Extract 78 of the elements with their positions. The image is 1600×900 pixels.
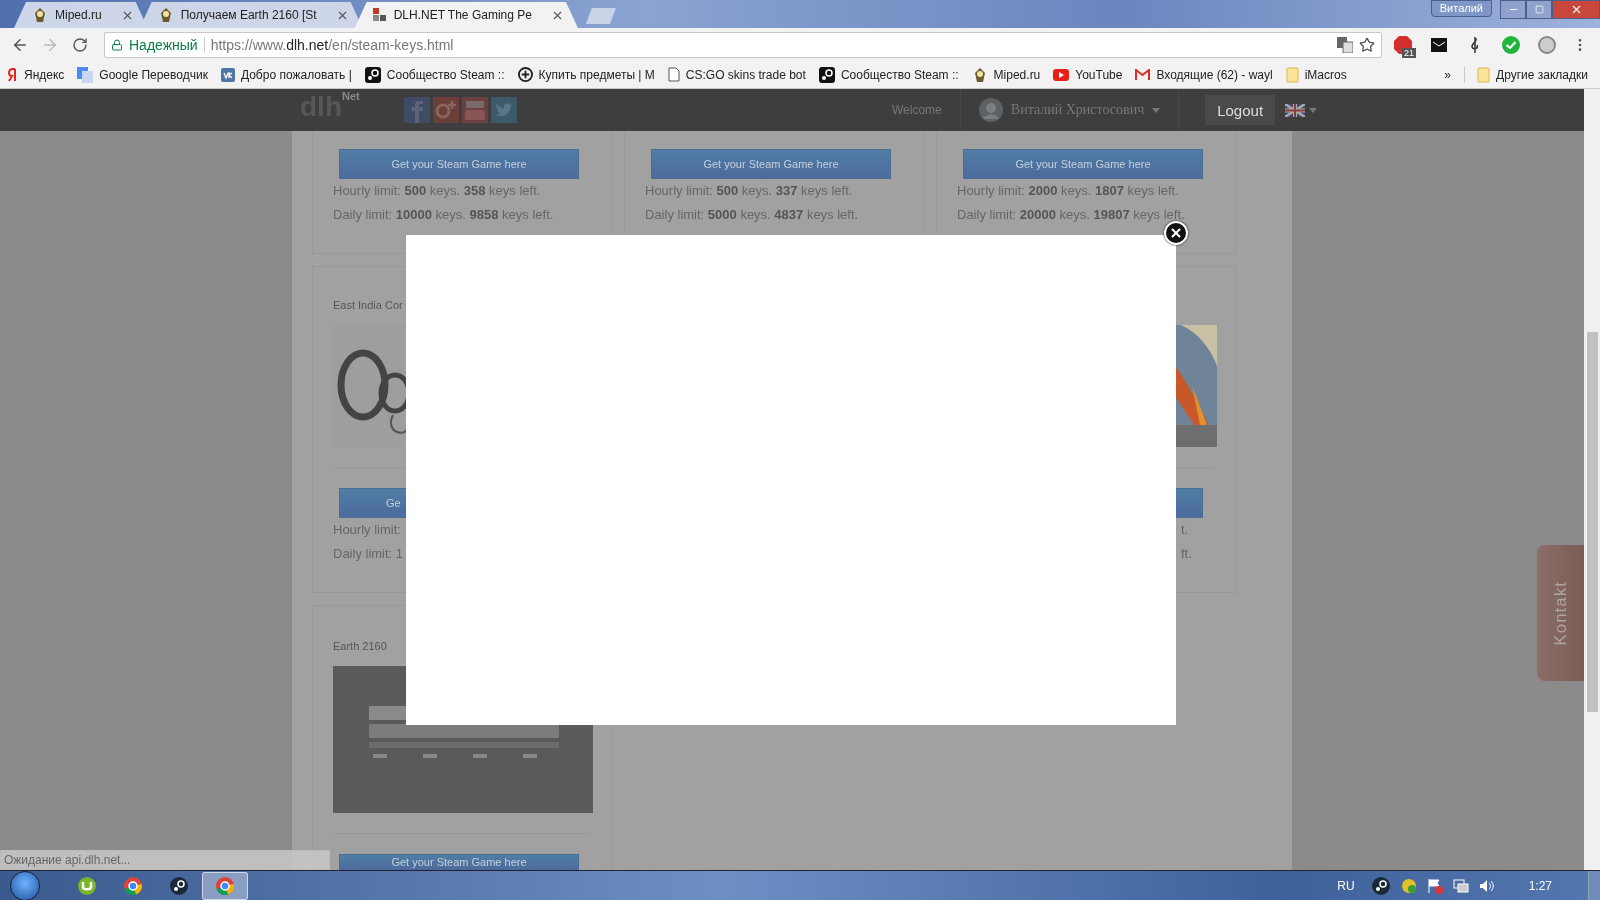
tab-title: Получаем Earth 2160 [St [180, 8, 317, 22]
hourly-limit: Hourly limit: 500 keys. 337 keys left. [645, 182, 854, 200]
hourly-limit: Hourly limit: [333, 521, 402, 539]
scrollbar[interactable] [1584, 89, 1600, 870]
bookmark[interactable]: Яндекс [8, 67, 65, 82]
steam-icon [818, 66, 835, 83]
steam-icon [169, 875, 189, 896]
flag-icon [1285, 103, 1306, 117]
translate-icon[interactable] [1337, 36, 1353, 53]
check-icon[interactable] [1502, 35, 1520, 54]
clef-icon[interactable] [1470, 35, 1480, 54]
status-bubble: Ожидание api.dlh.net... [0, 850, 330, 870]
avatar-icon [978, 98, 1003, 122]
bookmark[interactable]: Добро пожаловать | [220, 67, 352, 82]
squares-icon [372, 8, 387, 22]
language-indicator[interactable]: RU [1337, 878, 1355, 893]
badge-count: 21 [1402, 47, 1416, 58]
show-desktop-button[interactable] [1588, 870, 1600, 900]
bookmark[interactable]: Miped.ru [971, 66, 1041, 83]
translate-icon [77, 66, 94, 83]
tray-icon[interactable] [1400, 877, 1417, 894]
steam-icon [364, 66, 381, 83]
figure-icon [32, 7, 48, 23]
url-text: https://www.dlh.net/en/steam-keys.html [210, 36, 455, 53]
mail-extension-icon[interactable] [1431, 37, 1447, 52]
browser-tab[interactable]: DLH.NET The Gaming Pe [354, 2, 578, 28]
network-icon[interactable] [1452, 877, 1469, 894]
daily-limit: Daily limit: 1 [333, 545, 405, 563]
steam-icon [1370, 875, 1391, 896]
maximize-button[interactable] [1526, 0, 1552, 19]
logout-button[interactable]: Logout [1205, 95, 1276, 125]
flag-icon[interactable] [1426, 877, 1443, 894]
caret-icon [1309, 107, 1318, 113]
language-menu[interactable] [1285, 103, 1318, 117]
daily-limit: ft. [1180, 545, 1193, 563]
bookmark[interactable]: Сообщество Steam :: [364, 66, 505, 83]
hourly-limit: Hourly limit: 500 keys. 358 keys left. [333, 182, 542, 200]
start-button[interactable] [10, 870, 40, 900]
bookmark[interactable]: Google Переводчик [77, 66, 208, 83]
welcome-text: Welcome [892, 103, 942, 117]
other-bookmarks[interactable]: Другие закладки [1477, 66, 1588, 83]
bookmark[interactable]: Сообщество Steam :: [818, 66, 959, 83]
bookmark[interactable]: iMacros [1285, 66, 1347, 83]
minimize-button[interactable] [1500, 0, 1526, 19]
address-bar[interactable]: Надежный https://www.dlh.net/en/steam-keys.html [104, 31, 1382, 58]
bookmark[interactable]: YouTube [1053, 67, 1123, 82]
reload-icon [72, 36, 88, 53]
daily-limit: Daily limit: 10000 keys. 9858 keys left. [333, 206, 555, 224]
bookmark[interactable]: Купить предметы | M [517, 67, 655, 82]
folder-icon [1285, 66, 1299, 83]
utorrent-icon [77, 875, 97, 896]
tab-title: DLH.NET The Gaming Pe [393, 8, 532, 22]
bookmark[interactable]: CS:GO skins trade bot [667, 67, 806, 82]
clock[interactable]: 1:27 [1528, 878, 1552, 893]
page-icon [667, 67, 680, 82]
chrome-icon [215, 875, 235, 896]
maximize-icon [1534, 5, 1544, 14]
game-title: East India Cor [333, 298, 404, 313]
caret-icon [1152, 107, 1161, 113]
close-icon [1169, 226, 1183, 240]
chrome-icon [123, 875, 143, 896]
security-label: Надежный [129, 36, 198, 53]
hourly-limit: t. [1180, 521, 1190, 539]
folder-icon [1477, 66, 1491, 83]
bookmark[interactable]: Входящие (62) - wayl [1135, 67, 1273, 82]
lock-icon [111, 38, 123, 51]
daily-limit: Daily limit: 20000 keys. 19807 keys left. [957, 206, 1186, 224]
hourly-limit: Hourly limit: 2000 keys. 1807 keys left. [957, 182, 1180, 200]
adblock-extension[interactable]: 21 [1388, 31, 1418, 58]
game-title: Earth 2160 [333, 639, 388, 654]
mail-icon [1135, 68, 1151, 81]
daily-limit: Daily limit: 5000 keys. 4837 keys left. [645, 206, 860, 224]
tab-title: Miped.ru [55, 8, 102, 22]
star-icon[interactable] [1359, 36, 1375, 53]
extension-icon[interactable] [1538, 35, 1556, 54]
bookmarks-overflow[interactable]: » [1444, 67, 1452, 82]
vk-icon [220, 67, 235, 82]
yandex-icon [8, 67, 18, 82]
